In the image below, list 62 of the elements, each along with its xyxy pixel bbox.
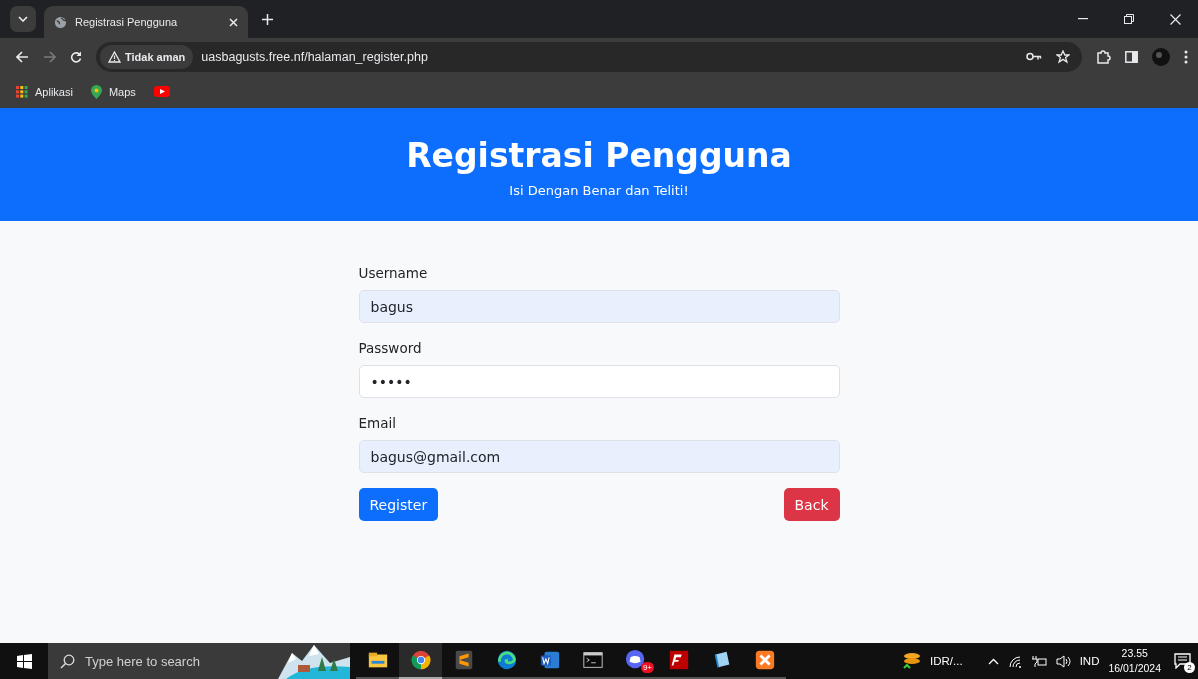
star-icon[interactable] — [1056, 49, 1070, 64]
message-icon — [1173, 653, 1191, 669]
page-subtitle: Isi Dengan Benar dan Teliti! — [509, 182, 689, 198]
notification-center-button[interactable]: 2 — [1170, 646, 1194, 676]
side-panel-icon[interactable] — [1125, 50, 1138, 63]
plus-icon — [262, 14, 273, 25]
field-label: Email — [358, 415, 396, 431]
puzzle-icon[interactable] — [1096, 49, 1111, 64]
app-icon — [581, 649, 604, 671]
play-icon[interactable] — [153, 86, 170, 97]
app-icon — [409, 649, 432, 671]
page-title: Registrasi Pengguna — [406, 135, 792, 175]
field-label: Username — [358, 265, 428, 281]
apps-grid-icon — [16, 85, 28, 98]
bookmark-item[interactable]: Aplikasi — [16, 85, 73, 98]
warning-icon — [108, 50, 121, 63]
windows-logo-icon — [16, 653, 32, 669]
close-icon[interactable] — [229, 17, 238, 27]
forward-arrow-icon[interactable] — [43, 50, 56, 63]
clock[interactable]: 23.55 16/01/2024 — [1108, 646, 1161, 676]
language-indicator[interactable]: IND — [1079, 655, 1100, 667]
reload-icon[interactable] — [70, 50, 82, 63]
taskbar-app-button[interactable]: 9+ — [614, 643, 657, 679]
map-pin-icon — [90, 84, 102, 99]
address-bar[interactable]: Tidak aman uasbagusts.free.nf/halaman_register.php — [96, 41, 1082, 72]
app-icon — [538, 649, 561, 671]
key-icon[interactable] — [1026, 52, 1042, 61]
register-button[interactable]: Register — [358, 488, 439, 521]
chevron-up-icon[interactable] — [987, 657, 999, 665]
security-chip[interactable]: Tidak aman — [100, 44, 194, 69]
input-field[interactable]: bagus — [358, 290, 840, 323]
restore-icon — [1124, 14, 1134, 24]
tab-title: Registrasi Pengguna — [75, 16, 179, 28]
url-text: uasbagusts.free.nf/halaman_register.php — [201, 49, 429, 64]
wifi-icon[interactable] — [1007, 654, 1022, 668]
back-arrow-icon[interactable] — [16, 50, 29, 63]
globe-icon — [54, 15, 67, 29]
back-button[interactable]: Back — [783, 488, 840, 521]
input-field[interactable]: bagus@gmail.com — [358, 440, 840, 473]
notification-badge: 9+ — [640, 662, 654, 673]
search-placeholder: Type here to search — [85, 653, 200, 669]
coins-icon[interactable] — [901, 651, 922, 671]
search-icon — [60, 653, 75, 669]
more-menu-icon[interactable] — [1184, 49, 1188, 64]
chevron-down-icon — [18, 16, 28, 22]
browser-tab[interactable]: Registrasi Pengguna — [44, 6, 248, 38]
tab-list-button[interactable] — [10, 6, 36, 32]
search-field[interactable]: Type here to search — [48, 643, 350, 679]
speaker-icon[interactable] — [1055, 654, 1071, 668]
minimize-icon — [1078, 18, 1088, 20]
battery-plug-icon[interactable] — [1030, 655, 1047, 667]
app-icon — [753, 649, 776, 671]
app-icon — [667, 649, 690, 671]
close-icon — [1169, 13, 1181, 25]
currency-widget[interactable]: IDR/... — [930, 655, 963, 667]
field-label: Password — [358, 340, 422, 356]
taskbar-app-button[interactable] — [399, 643, 442, 679]
app-icon — [495, 649, 518, 671]
input-field[interactable]: ••••• — [358, 365, 840, 398]
profile-avatar-icon[interactable] — [1152, 47, 1170, 66]
notification-count: 2 — [1184, 662, 1195, 673]
bookmark-item[interactable]: Maps — [90, 84, 136, 99]
